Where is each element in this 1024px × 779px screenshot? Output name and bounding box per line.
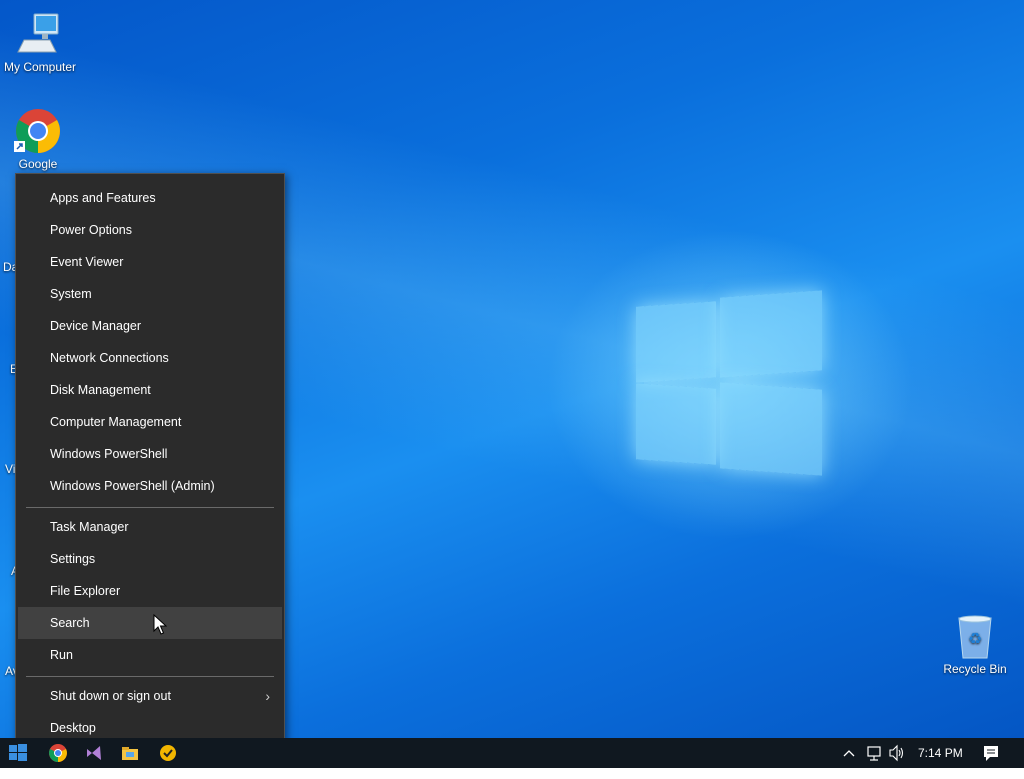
menu-item-label: Desktop <box>50 721 96 735</box>
windows-logo-wallpaper <box>636 290 822 480</box>
menu-item-task-manager[interactable]: Task Manager <box>18 511 282 543</box>
menu-item-shut-down-or-sign-out[interactable]: Shut down or sign out › <box>18 680 282 712</box>
menu-item-label: Settings <box>50 552 96 566</box>
menu-item-search[interactable]: Search <box>18 607 282 639</box>
desktop-icon-recycle-bin[interactable]: ♻ Recycle Bin <box>935 612 1015 676</box>
menu-item-label: File Explorer <box>50 584 121 598</box>
taskbar: 7:14 PM <box>0 738 1024 768</box>
menu-item-power-options[interactable]: Power Options <box>18 214 282 246</box>
visual-studio-icon[interactable] <box>84 743 104 763</box>
file-explorer-icon[interactable] <box>120 743 140 763</box>
menu-item-network-connections[interactable]: Network Connections <box>18 342 282 374</box>
menu-item-label: Windows PowerShell (Admin) <box>50 479 215 493</box>
desktop-icon-label: My Computer <box>3 60 77 74</box>
menu-item-desktop[interactable]: Desktop <box>18 712 282 738</box>
menu-item-label: Task Manager <box>50 520 129 534</box>
desktop-icon-google[interactable]: Google <box>0 107 78 171</box>
chrome-icon <box>14 107 62 155</box>
menu-item-label: Device Manager <box>50 319 142 333</box>
menu-separator <box>26 676 274 677</box>
menu-item-label: Search <box>50 616 90 630</box>
menu-item-apps-and-features[interactable]: Apps and Features <box>18 182 282 214</box>
volume-icon[interactable] <box>888 738 906 768</box>
menu-item-settings[interactable]: Settings <box>18 543 282 575</box>
chevron-right-icon: › <box>265 688 270 704</box>
menu-item-system[interactable]: System <box>18 278 282 310</box>
windows-start-icon[interactable] <box>8 743 28 763</box>
desktop-icon-label: Recycle Bin <box>943 662 1007 676</box>
menu-item-label: Windows PowerShell <box>50 447 168 461</box>
menu-item-label: Disk Management <box>50 383 151 397</box>
menu-item-label: Shut down or sign out <box>50 689 171 703</box>
menu-item-run[interactable]: Run <box>18 639 282 671</box>
menu-item-label: Network Connections <box>50 351 169 365</box>
desktop-background[interactable]: My Computer Google Da E Vi A Av ♻ <box>0 0 1024 738</box>
menu-item-label: Event Viewer <box>50 255 124 269</box>
menu-item-windows-powershell-admin[interactable]: Windows PowerShell (Admin) <box>18 470 282 502</box>
clock[interactable]: 7:14 PM <box>918 738 963 768</box>
power-user-menu: Apps and Features Power Options Event Vi… <box>15 173 285 738</box>
menu-item-label: Apps and Features <box>50 191 156 205</box>
menu-item-label: Computer Management <box>50 415 182 429</box>
desktop-icon-label-partial: Vi <box>5 462 16 476</box>
recycle-bin-icon: ♻ <box>951 612 999 660</box>
desktop-icon-my-computer[interactable]: My Computer <box>0 10 80 74</box>
network-icon[interactable] <box>865 738 883 768</box>
menu-item-label: Run <box>50 648 73 662</box>
desktop-icon-label: Google <box>18 157 58 171</box>
chevron-up-icon[interactable] <box>842 738 856 768</box>
norton-icon[interactable] <box>158 743 178 763</box>
menu-item-file-explorer[interactable]: File Explorer <box>18 575 282 607</box>
notification-icon[interactable] <box>982 738 1000 768</box>
chrome-icon[interactable] <box>48 743 68 763</box>
menu-separator <box>26 507 274 508</box>
menu-item-label: Power Options <box>50 223 132 237</box>
menu-item-device-manager[interactable]: Device Manager <box>18 310 282 342</box>
mouse-cursor-icon <box>153 614 167 635</box>
menu-item-label: System <box>50 287 92 301</box>
menu-item-computer-management[interactable]: Computer Management <box>18 406 282 438</box>
menu-item-event-viewer[interactable]: Event Viewer <box>18 246 282 278</box>
computer-icon <box>16 10 64 58</box>
svg-text:♻: ♻ <box>968 629 982 648</box>
menu-item-windows-powershell[interactable]: Windows PowerShell <box>18 438 282 470</box>
menu-item-disk-management[interactable]: Disk Management <box>18 374 282 406</box>
